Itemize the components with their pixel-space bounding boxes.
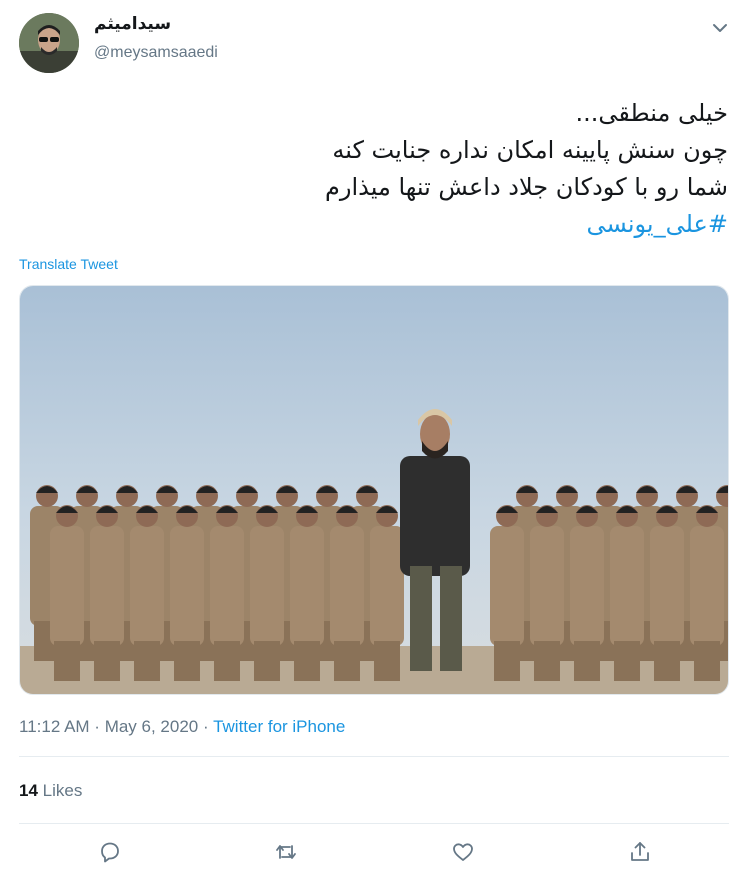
user-handle[interactable]: @meysamsaaedi	[94, 44, 218, 62]
likes-stat[interactable]: 14 Likes	[19, 781, 82, 801]
tweet-meta: 11:12 AM · May 6, 2020 · Twitter for iPh…	[19, 717, 346, 736]
likes-count: 14	[19, 781, 38, 800]
retweet-icon[interactable]	[272, 838, 300, 866]
translate-tweet-link[interactable]: Translate Tweet	[19, 256, 118, 272]
divider	[19, 756, 729, 757]
tweet-line: خیلی منطقی...	[575, 99, 728, 127]
hashtag-link[interactable]: #علی_یونسی	[586, 210, 728, 238]
photo-image	[20, 286, 728, 694]
avatar[interactable]	[19, 13, 79, 73]
tweet-date[interactable]: May 6, 2020	[105, 717, 199, 736]
avatar-image	[19, 13, 79, 73]
tweet-time[interactable]: 11:12 AM	[19, 717, 90, 736]
likes-label: Likes	[42, 781, 83, 800]
tweet-line: شما رو با کودکان جلاد داعش تنها میذارم	[325, 173, 728, 201]
chevron-down-icon[interactable]	[706, 14, 734, 42]
heart-icon[interactable]	[449, 838, 477, 866]
tweet-line: چون سنش پایینه امکان نداره جنایت کنه	[332, 136, 728, 164]
display-name[interactable]: سیدامیثم	[94, 14, 171, 34]
reply-icon[interactable]	[96, 838, 124, 866]
share-icon[interactable]	[626, 838, 654, 866]
tweet-text: خیلی منطقی... چون سنش پایینه امکان نداره…	[28, 95, 728, 243]
divider	[19, 823, 729, 824]
source-link[interactable]: Twitter for iPhone	[213, 717, 345, 736]
tweet-photo[interactable]	[19, 285, 729, 695]
